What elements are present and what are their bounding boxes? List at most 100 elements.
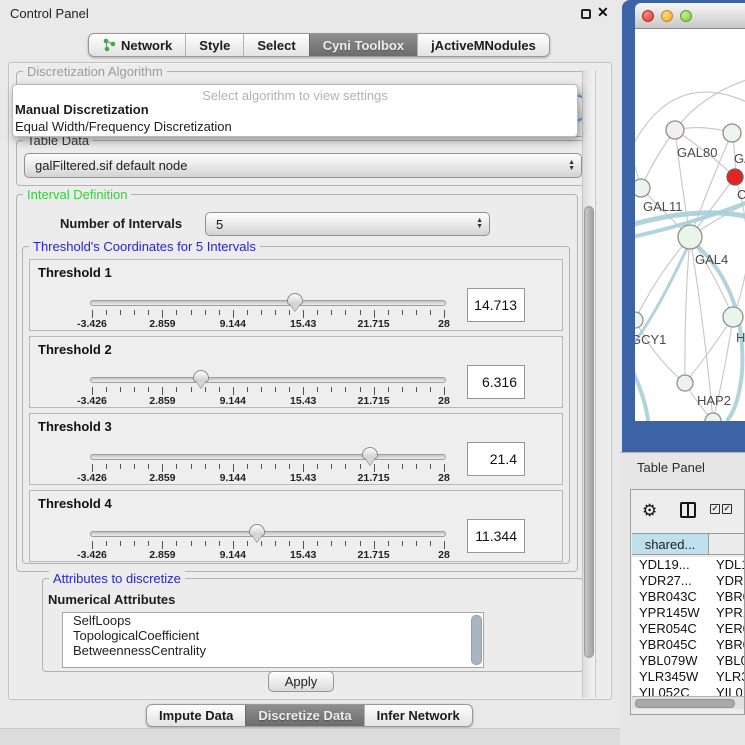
slider-tick xyxy=(303,541,304,549)
slider-track[interactable] xyxy=(90,377,446,383)
zoom-traffic-light-icon[interactable] xyxy=(680,10,692,22)
network-node-gcy1[interactable] xyxy=(635,312,643,328)
threshold-value-field[interactable]: 14.713 xyxy=(467,288,525,322)
attribute-list-item[interactable]: SelfLoops xyxy=(63,613,483,628)
table-hscrollbar[interactable] xyxy=(632,696,745,709)
slider-tick xyxy=(444,310,445,318)
table-cell[interactable]: YBL079W xyxy=(632,653,709,669)
slider-tick xyxy=(205,541,206,546)
list-scrollbar[interactable] xyxy=(471,615,482,665)
tab-impute-data[interactable]: Impute Data xyxy=(147,705,245,726)
network-node-gal80[interactable] xyxy=(666,121,684,139)
threshold-label: Threshold 3 xyxy=(38,419,112,434)
slider-tick xyxy=(402,541,403,546)
slider-tick xyxy=(92,387,93,395)
slider-thumb[interactable] xyxy=(193,370,209,382)
slider-tick-label: 21.715 xyxy=(347,472,401,484)
slider-thumb[interactable] xyxy=(249,524,265,536)
minimize-traffic-light-icon[interactable] xyxy=(661,10,673,22)
network-node-gal11[interactable] xyxy=(635,179,650,197)
slider-tick xyxy=(444,541,445,549)
algorithm-group-label: Discretization Algorithm xyxy=(23,64,167,79)
network-edge[interactable] xyxy=(675,79,745,130)
tab-jactivemnodules[interactable]: jActiveMNodules xyxy=(417,34,549,56)
network-edge[interactable] xyxy=(641,130,675,188)
close-traffic-light-icon[interactable] xyxy=(642,10,654,22)
table-cell[interactable]: YER054C xyxy=(632,621,709,637)
slider-tick xyxy=(331,310,332,315)
slider-tick xyxy=(120,541,121,546)
attribute-list-item[interactable]: TopologicalCoefficient xyxy=(63,628,483,643)
table-cell[interactable]: YDL1 xyxy=(709,557,745,573)
table-cell[interactable]: YBR0 xyxy=(709,637,745,653)
slider-tick xyxy=(275,464,276,469)
network-edge-thick[interactable] xyxy=(635,359,648,421)
table-hscrollbar-thumb[interactable] xyxy=(635,699,735,708)
attribute-list-item[interactable]: BetweennessCentrality xyxy=(63,643,483,658)
tab-network[interactable]: Network xyxy=(89,34,185,56)
slider-track[interactable] xyxy=(90,531,446,537)
slider-tick xyxy=(374,387,375,395)
numerical-attributes-list[interactable]: SelfLoopsTopologicalCoefficientBetweenne… xyxy=(62,612,484,668)
dropdown-item-1[interactable]: Manual Discretization xyxy=(15,102,149,117)
slider-track[interactable] xyxy=(90,454,446,460)
table-cell[interactable]: YBL0 xyxy=(709,653,745,669)
tab-discretize-data[interactable]: Discretize Data xyxy=(245,705,363,726)
network-edge[interactable] xyxy=(635,237,690,320)
column-layout-icon[interactable] xyxy=(680,502,696,518)
table-data-select[interactable]: galFiltered.sif default node ▲▼ xyxy=(24,153,582,178)
threshold-value-field[interactable]: 21.4 xyxy=(467,442,525,476)
table-cell[interactable]: YLR345W xyxy=(632,669,709,685)
network-edge[interactable] xyxy=(685,237,690,383)
dropdown-item-2[interactable]: Equal Width/Frequency Discretization xyxy=(15,119,232,134)
table-column-header-2[interactable]: name xyxy=(709,533,745,555)
slider-thumb[interactable] xyxy=(287,293,303,305)
table-cell[interactable]: YDL19... xyxy=(632,557,709,573)
slider-track[interactable] xyxy=(90,300,446,306)
slider-tick xyxy=(317,464,318,469)
table-cell[interactable]: YER0 xyxy=(709,621,745,637)
panel-scrollbar-thumb[interactable] xyxy=(584,206,594,658)
network-node-hap2[interactable] xyxy=(677,375,693,391)
slider-tick xyxy=(219,310,220,315)
table-cell[interactable]: YBR043C xyxy=(632,589,709,605)
table-cell[interactable]: YPR1 xyxy=(709,605,745,621)
slider-tick-label: 9.144 xyxy=(206,549,260,561)
gear-icon[interactable]: ⚙ xyxy=(642,501,657,521)
close-icon[interactable]: ✕ xyxy=(597,4,609,21)
network-edge[interactable] xyxy=(685,317,733,383)
network-node-ga[interactable] xyxy=(723,124,741,142)
tab-select[interactable]: Select xyxy=(243,34,308,56)
tab-cyni-toolbox[interactable]: Cyni Toolbox xyxy=(309,34,417,56)
slider-tick xyxy=(388,464,389,469)
threshold-value-field[interactable]: 11.344 xyxy=(467,519,525,553)
num-intervals-spinner[interactable]: 5 ▲▼ xyxy=(205,212,490,236)
table-cell[interactable]: YLR3 xyxy=(709,669,745,685)
network-node-h[interactable] xyxy=(723,307,743,327)
table-cell[interactable]: YPR145W xyxy=(632,605,709,621)
table-cell[interactable]: YBR045C xyxy=(632,637,709,653)
float-window-icon[interactable] xyxy=(581,9,591,19)
network-canvas[interactable]: GAL80GACGAL11GAL4GCY1HHAP2 xyxy=(635,29,745,421)
table-cell[interactable]: YDR27... xyxy=(632,573,709,589)
slider-tick xyxy=(148,387,149,392)
num-intervals-label: Number of Intervals xyxy=(60,216,182,231)
table-cell[interactable]: YDR2 xyxy=(709,573,745,589)
slider-tick xyxy=(233,464,234,472)
network-node-gal4[interactable] xyxy=(678,225,702,249)
apply-button[interactable]: Apply xyxy=(268,671,334,692)
tab-infer-network[interactable]: Infer Network xyxy=(364,705,472,726)
network-node-c[interactable] xyxy=(727,169,743,185)
checkbox-icon[interactable]: ✓ xyxy=(710,504,720,514)
checkbox-icon[interactable]: ✓ xyxy=(722,504,732,514)
table-column-header-1[interactable]: shared... xyxy=(632,533,709,555)
slider-tick-label: 2.859 xyxy=(135,472,189,484)
slider-tick xyxy=(345,541,346,546)
network-window-titlebar[interactable] xyxy=(635,3,745,29)
tab-style[interactable]: Style xyxy=(185,34,243,56)
network-node-label: HAP2 xyxy=(697,393,731,408)
slider-tick-label: 28 xyxy=(417,472,471,484)
table-cell[interactable]: YBR0 xyxy=(709,589,745,605)
slider-thumb[interactable] xyxy=(362,447,378,459)
threshold-value-field[interactable]: 6.316 xyxy=(467,365,525,399)
